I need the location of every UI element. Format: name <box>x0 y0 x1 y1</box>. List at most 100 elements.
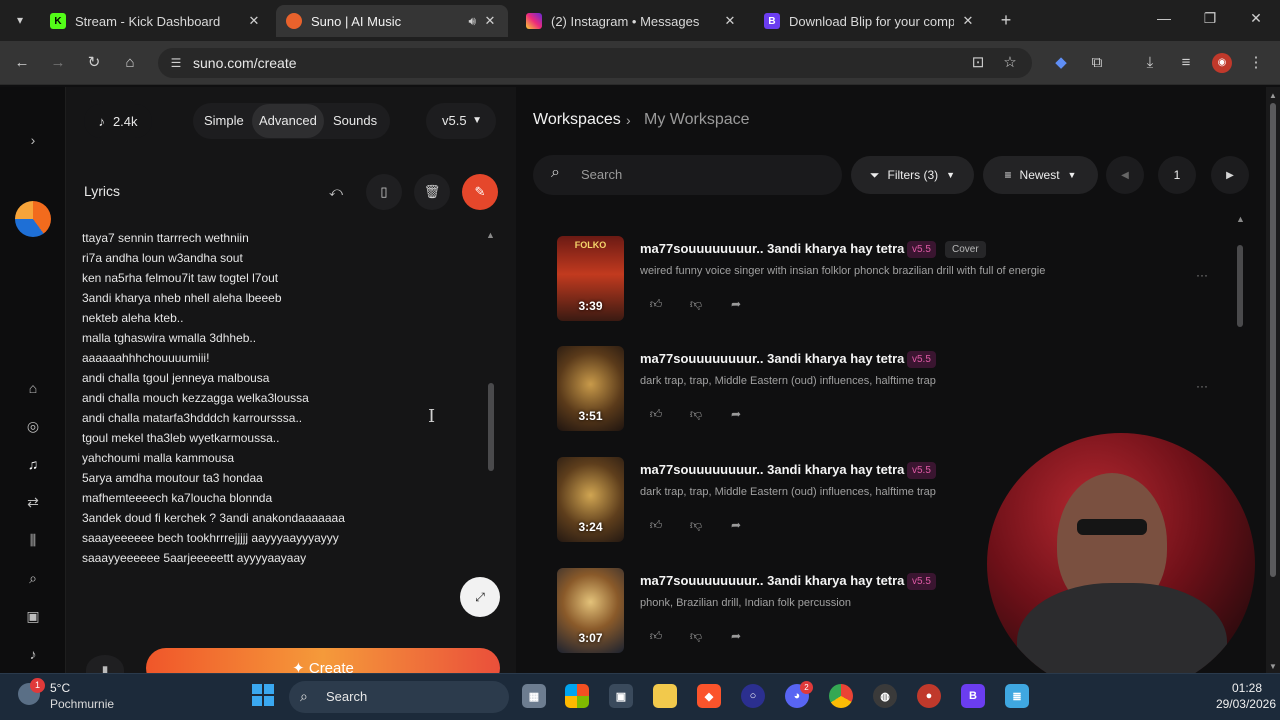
chrome-icon[interactable] <box>829 684 853 708</box>
expand-lyrics-button[interactable]: ⤢ <box>460 577 500 617</box>
speaker-icon[interactable]: 🔊︎ <box>468 14 476 29</box>
new-tab-icon[interactable]: + <box>996 10 1016 30</box>
obs-icon[interactable]: ◍ <box>873 684 897 708</box>
back-icon[interactable]: ← <box>12 53 32 73</box>
library-nav-icon[interactable]: ⫼ <box>23 530 43 550</box>
system-clock-date[interactable]: 29/03/2026 <box>1200 697 1276 711</box>
install-app-icon[interactable]: ⊡ <box>968 53 988 73</box>
breadcrumb-current[interactable]: My Workspace <box>644 111 750 129</box>
share-icon[interactable]: ➦ <box>727 627 745 645</box>
tab-suno[interactable]: Suno | AI Music 🔊︎ ✕ <box>276 5 508 37</box>
song-title[interactable]: ma77souuuuuuuur.. 3andi kharya hay tetra <box>640 351 904 366</box>
scrollbar-thumb[interactable] <box>1270 103 1276 577</box>
song-cover-art[interactable]: 3:24 <box>557 457 624 542</box>
like-icon[interactable]: 👍︎ <box>647 295 665 313</box>
scroll-down-icon[interactable]: ▼ <box>1269 662 1277 671</box>
tab-blip[interactable]: B Download Blip for your comput ✕ <box>754 5 986 37</box>
close-tab-icon[interactable]: ✕ <box>722 13 738 29</box>
bookmark-star-icon[interactable]: ☆ <box>1000 53 1020 73</box>
search-nav-icon[interactable]: ⌕ <box>23 568 43 588</box>
dislike-icon[interactable]: 👎︎ <box>687 405 705 423</box>
notifications-bell-icon[interactable]: ♪ <box>23 644 43 664</box>
credits-counter[interactable]: ♪ 2.4k <box>84 104 152 138</box>
song-cover-art[interactable]: 3:07 <box>557 568 624 653</box>
page-number[interactable]: 1 <box>1158 156 1196 194</box>
brave-browser-icon[interactable]: ◆ <box>697 684 721 708</box>
downloads-icon[interactable]: ⤓ <box>1140 53 1160 73</box>
dislike-icon[interactable]: 👎︎ <box>687 627 705 645</box>
notepad-icon[interactable]: ≣ <box>1005 684 1029 708</box>
model-version-select[interactable]: v5.5 ▼ <box>426 103 496 139</box>
blip-icon[interactable]: B <box>961 684 985 708</box>
like-icon[interactable]: 👍︎ <box>647 516 665 534</box>
windows-start-icon[interactable] <box>252 684 274 706</box>
song-title[interactable]: ma77souuuuuuuur.. 3andi kharya hay tetra <box>640 573 904 588</box>
explore-nav-icon[interactable]: ◎ <box>23 416 43 436</box>
close-tab-icon[interactable]: ✕ <box>482 13 498 29</box>
site-info-icon[interactable]: ☰ <box>168 55 184 71</box>
recording-app-icon[interactable]: ● <box>917 684 941 708</box>
song-title[interactable]: ma77souuuuuuuur.. 3andi kharya hay tetra <box>640 241 904 256</box>
tab-kick-dashboard[interactable]: K Stream - Kick Dashboard ✕ <box>40 5 272 37</box>
profile-avatar[interactable]: ◉ <box>1212 53 1232 73</box>
reload-icon[interactable]: ↻ <box>84 53 104 73</box>
bookmark-lyrics-button[interactable]: ▯ <box>366 174 402 210</box>
file-explorer-icon[interactable] <box>653 684 677 708</box>
temperature[interactable]: 5°C <box>50 681 70 695</box>
like-icon[interactable]: 👍︎ <box>647 627 665 645</box>
url-text[interactable]: suno.com/create <box>193 55 297 71</box>
office-icon[interactable]: ▣ <box>609 684 633 708</box>
expand-sidebar-icon[interactable]: › <box>23 130 43 150</box>
dislike-icon[interactable]: 👎︎ <box>687 516 705 534</box>
scroll-up-icon[interactable]: ▲ <box>1236 214 1245 224</box>
microsoft-store-icon[interactable] <box>565 684 589 708</box>
suno-logo[interactable] <box>15 201 51 237</box>
song-row[interactable]: FOLKO 3:39 ma77souuuuuuuur.. 3andi khary… <box>557 236 1237 326</box>
browser-menu-icon[interactable]: ⋮ <box>1246 53 1266 73</box>
create-nav-icon[interactable]: ♫ <box>23 454 43 474</box>
media-controls-icon[interactable]: ≡ <box>1176 53 1196 73</box>
taskbar-search-input[interactable] <box>289 681 509 713</box>
song-list-scrollbar[interactable] <box>1237 245 1243 327</box>
clear-lyrics-button[interactable]: 🗑︎ <box>414 174 450 210</box>
share-icon[interactable]: ➦ <box>727 295 745 313</box>
system-clock-time[interactable]: 01:28 <box>1200 681 1262 695</box>
undo-icon[interactable]: ⤺ <box>318 174 354 210</box>
page-scrollbar[interactable]: ▲ ▼ <box>1266 87 1280 673</box>
lyrics-scrollbar[interactable] <box>488 383 494 471</box>
restore-icon[interactable]: ❐ <box>1200 10 1220 27</box>
close-tab-icon[interactable]: ✕ <box>246 13 262 29</box>
hooks-nav-icon[interactable]: ▣ <box>23 606 43 626</box>
prev-page-icon[interactable]: ◀ <box>1106 156 1144 194</box>
close-tab-icon[interactable]: ✕ <box>960 13 976 29</box>
mode-simple[interactable]: Simple <box>197 104 251 138</box>
song-row[interactable]: 3:51 ma77souuuuuuuur.. 3andi kharya hay … <box>557 346 1237 436</box>
generate-lyrics-button[interactable]: ✎ <box>462 174 498 210</box>
share-icon[interactable]: ➦ <box>727 405 745 423</box>
close-window-icon[interactable]: ✕ <box>1246 10 1266 27</box>
extension-shield-icon[interactable]: ◆ <box>1051 53 1071 73</box>
share-icon[interactable]: ➦ <box>727 516 745 534</box>
extensions-puzzle-icon[interactable]: ⧉ <box>1087 53 1107 73</box>
studio-nav-icon[interactable]: ⇄ <box>23 492 43 512</box>
weather-location[interactable]: Pochmurnie <box>50 697 114 711</box>
sort-button[interactable]: ≡ Newest ▼ <box>983 156 1098 194</box>
dislike-icon[interactable]: 👎︎ <box>687 295 705 313</box>
like-icon[interactable]: 👍︎ <box>647 405 665 423</box>
song-cover-art[interactable]: FOLKO 3:39 <box>557 236 624 321</box>
breadcrumb-workspaces[interactable]: Workspaces <box>533 111 621 129</box>
scroll-up-icon[interactable]: ▲ <box>486 230 495 240</box>
home-icon[interactable]: ⌂ <box>120 53 140 73</box>
mode-sounds[interactable]: Sounds <box>326 104 384 138</box>
app-circle-icon[interactable]: ○ <box>741 684 765 708</box>
lyrics-textarea[interactable]: ttaya7 sennin ttarrrech wethniin ri7a and… <box>82 228 482 568</box>
scroll-up-icon[interactable]: ▲ <box>1269 91 1277 100</box>
filters-button[interactable]: ⏷ Filters (3) ▼ <box>851 156 974 194</box>
home-nav-icon[interactable]: ⌂ <box>23 378 43 398</box>
song-title[interactable]: ma77souuuuuuuur.. 3andi kharya hay tetra <box>640 462 904 477</box>
next-page-icon[interactable]: ▶ <box>1211 156 1249 194</box>
more-options-icon[interactable]: ··· <box>1190 379 1214 399</box>
workspace-search-input[interactable] <box>533 155 842 195</box>
tab-instagram[interactable]: (2) Instagram • Messages ✕ <box>516 5 748 37</box>
more-options-icon[interactable]: ··· <box>1190 268 1214 288</box>
